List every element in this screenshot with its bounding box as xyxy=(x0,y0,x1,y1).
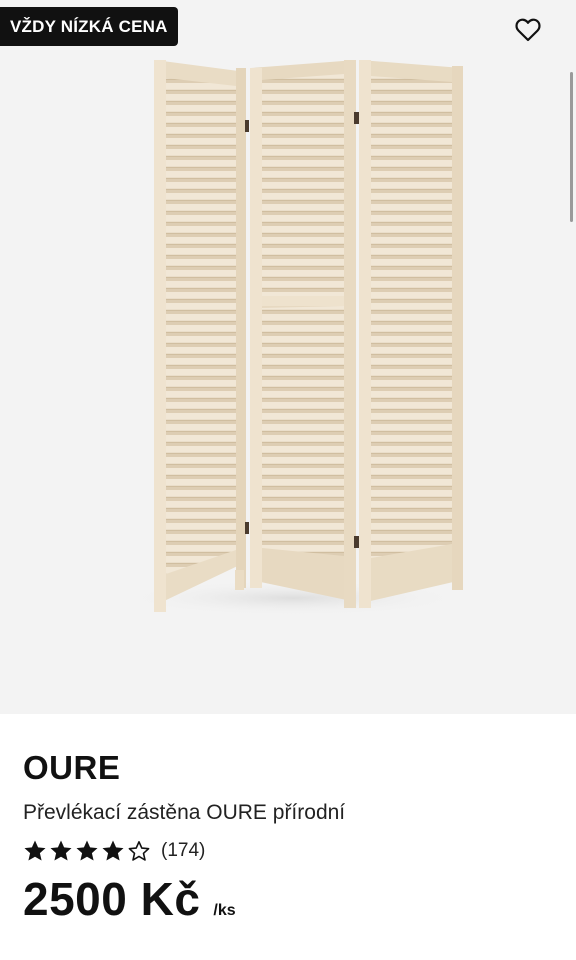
product-info[interactable]: OURE Převlékací zástěna OURE přírodní (1… xyxy=(23,748,563,925)
rating-row[interactable]: (174) xyxy=(23,839,563,863)
price-row: 2500 Kč /ks xyxy=(23,873,563,925)
star-filled-icon xyxy=(50,840,72,861)
price-unit: /ks xyxy=(213,902,236,919)
star-filled-icon xyxy=(24,840,46,861)
rating-stars xyxy=(23,839,151,863)
review-count[interactable]: (174) xyxy=(161,840,205,862)
always-low-price-badge: VŽDY NÍZKÁ CENA xyxy=(0,7,178,46)
star-empty-icon xyxy=(128,841,150,861)
product-price: 2500 Kč xyxy=(23,873,201,925)
product-image-area[interactable]: VŽDY NÍZKÁ CENA xyxy=(0,0,576,714)
scrollbar[interactable] xyxy=(570,72,573,222)
star-filled-icon xyxy=(102,840,124,861)
product-brand: OURE xyxy=(23,749,121,786)
favorite-button[interactable] xyxy=(512,14,544,46)
heart-icon xyxy=(515,18,541,42)
product-description: Převlékací zástěna OURE přírodní xyxy=(23,801,346,824)
product-photo-folding-screen xyxy=(123,60,463,616)
star-filled-icon xyxy=(76,840,98,861)
